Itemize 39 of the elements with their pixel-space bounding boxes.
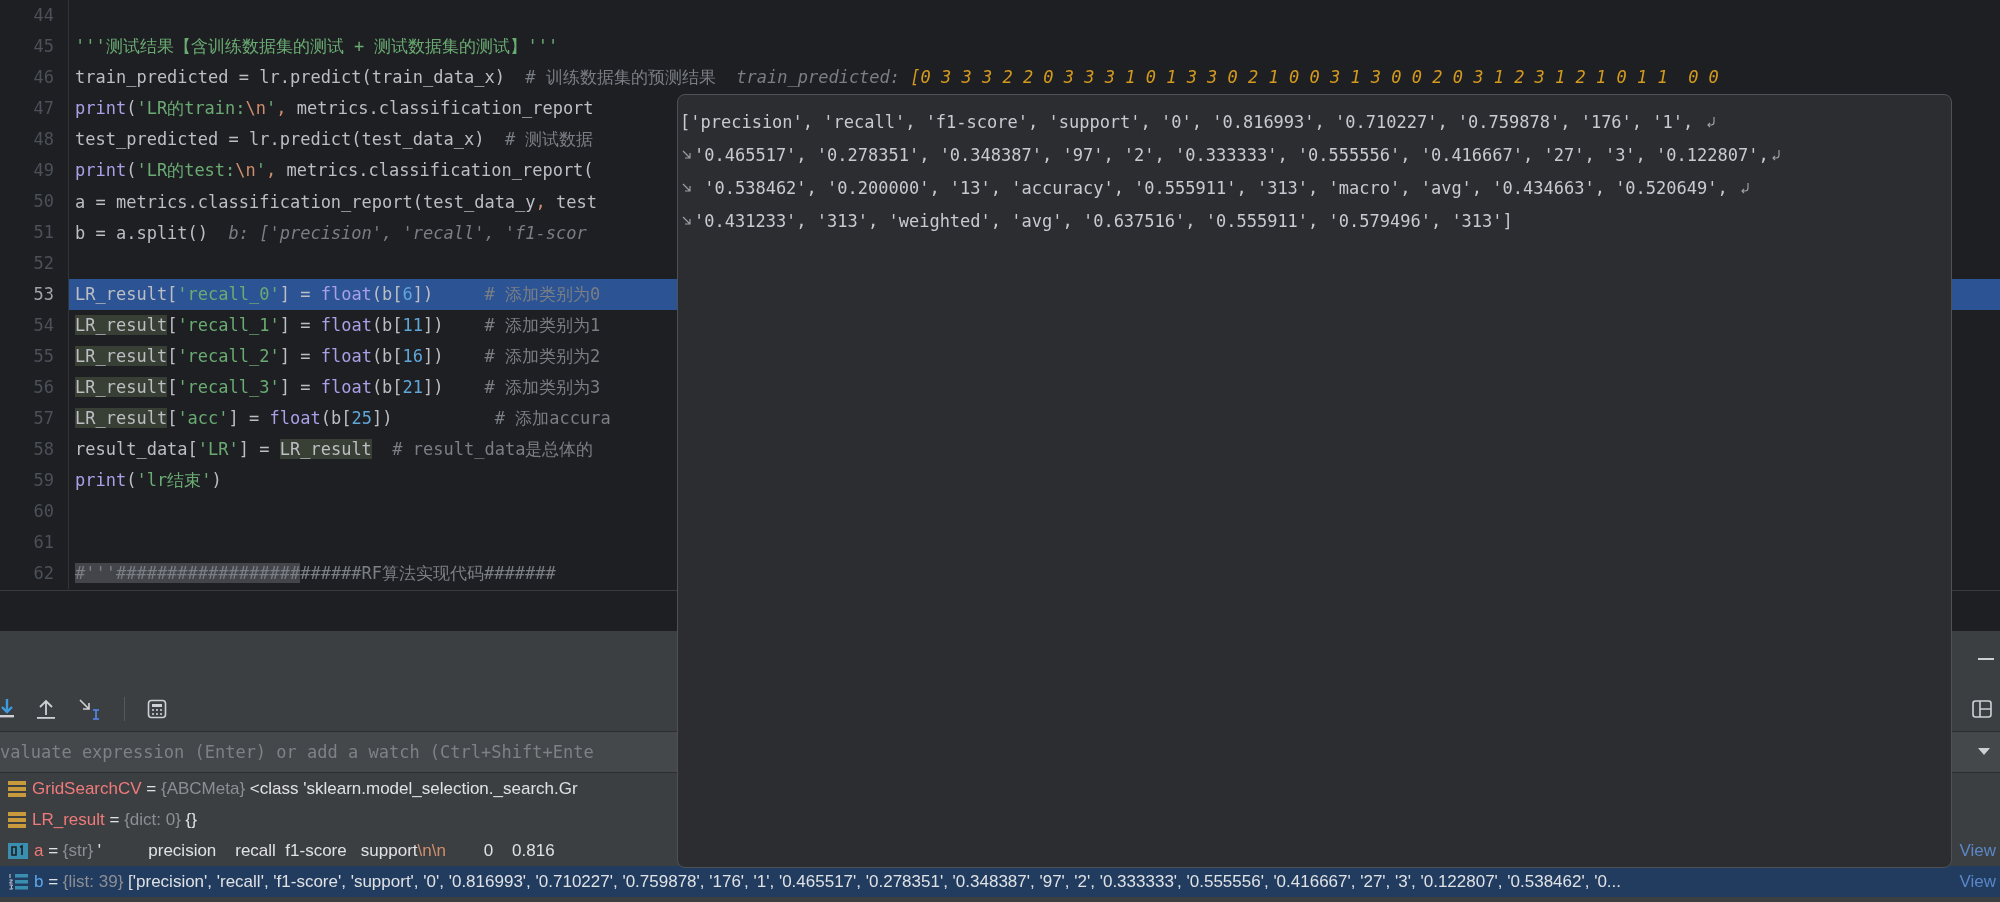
line-number: 53 bbox=[0, 279, 69, 310]
popup-line: '0.538462', '0.200000', '13', 'accuracy', '0.555911', '313', 'macro', 'avg', '0.434663', '0.520649', bbox=[703, 177, 1729, 198]
code-line: b = a.split() b: ['precision', 'recall', 'f1-scor bbox=[74, 222, 587, 243]
layout-icon[interactable] bbox=[1972, 700, 1992, 718]
code-line: LR_result['recall_0'] = float(b[6]) # 添加类别为0 bbox=[74, 283, 601, 306]
code-line: LR_result['recall_1'] = float(b[11]) # 添加类别为1 bbox=[74, 314, 601, 337]
variable-value: GridSearchCV = {ABCMeta} <class 'sklearn.model_selection._search.Gr bbox=[32, 778, 578, 799]
code-line: #'''########################RF算法实现代码####### bbox=[74, 562, 556, 585]
popup-line: '0.465517', '0.278351', '0.348387', '97', '2', '0.333333', '0.555556', '0.416667', '27', '3', '0.122807', bbox=[694, 144, 1769, 165]
step-into-icon[interactable] bbox=[78, 698, 102, 720]
variable-value: b = {list: 39} ['precision', 'recall', 'f1-score', 'support', '0', '0.816993', '0.710227', '0.759878', '176', '1', '0.465517', '0.278351', '0.348387', '97', '2', '0.333333', '0.555556', '0.416667', '27', '3', '0.122807', '0.538462', '0... bbox=[34, 871, 1621, 892]
variable-value: a = {str} ' precision recall f1-score support\n\n 0 0.816 bbox=[34, 840, 555, 861]
popup-line: '0.431233', '313', 'weighted', 'avg', '0.637516', '0.555911', '0.579496', '313'] bbox=[694, 210, 1513, 231]
minimize-icon[interactable] bbox=[1978, 657, 1994, 661]
field-icon bbox=[8, 811, 26, 828]
code-line: print('LR的test:\n', metrics.classification_report( bbox=[74, 159, 594, 182]
list-icon bbox=[8, 872, 28, 891]
string-icon bbox=[8, 842, 28, 859]
variable-row[interactable] bbox=[0, 866, 2000, 897]
code-line: test_predicted = lr.predict(test_data_x) # 测试数据 bbox=[74, 128, 594, 151]
download-icon[interactable] bbox=[0, 699, 14, 719]
code-line: LR_result['acc'] = float(b[25]) # 添加accura bbox=[74, 407, 611, 430]
code-line: print('LR的train:\n', metrics.classification_report bbox=[74, 97, 594, 120]
variable-row[interactable]: a = {str} ' precision recall f1-score support\n\n 0 0.816 View bbox=[0, 835, 2000, 866]
upload-icon[interactable] bbox=[36, 699, 56, 719]
code-line: print('lr结束') bbox=[74, 469, 222, 492]
dropdown-caret-icon[interactable] bbox=[1978, 748, 1990, 756]
code-line: result_data['LR'] = LR_result # result_data是总体的 bbox=[74, 438, 594, 461]
variable-value: LR_result = {dict: 0} {} bbox=[32, 809, 197, 830]
variable-row[interactable]: GridSearchCV = {ABCMeta} <class 'sklearn.model_selection._search.Gr bbox=[0, 773, 2000, 804]
code-line: train_predicted = lr.predict(train_data_x) # 训练数据集的预测结果 train_predicted: [0 3 3 3 2 2 0 3 3 3 1 0 1 3 3 0 2 1 0 0 3 1 3 0 0 2 0 3 1 2 3 1 2 1 0 1 1 0 0 bbox=[74, 66, 1719, 89]
calculator-icon[interactable] bbox=[147, 699, 167, 719]
code-line: LR_result['recall_3'] = float(b[21]) # 添加类别为3 bbox=[74, 376, 601, 399]
popup-line: ['precision', 'recall', 'f1-score', 'support', '0', '0.816993', '0.710227', '0.759878', '176', '1', bbox=[680, 111, 1695, 132]
field-icon bbox=[8, 780, 26, 797]
code-line: '''测试结果【含训练数据集的测试 + 测试数据集的测试】''' bbox=[74, 35, 559, 58]
code-line: a = metrics.classification_report(test_data_y, test bbox=[74, 191, 597, 212]
code-line: LR_result['recall_2'] = float(b[16]) # 添加类别为2 bbox=[74, 345, 601, 368]
variable-row[interactable]: LR_result = {dict: 0} {} bbox=[0, 804, 2000, 835]
